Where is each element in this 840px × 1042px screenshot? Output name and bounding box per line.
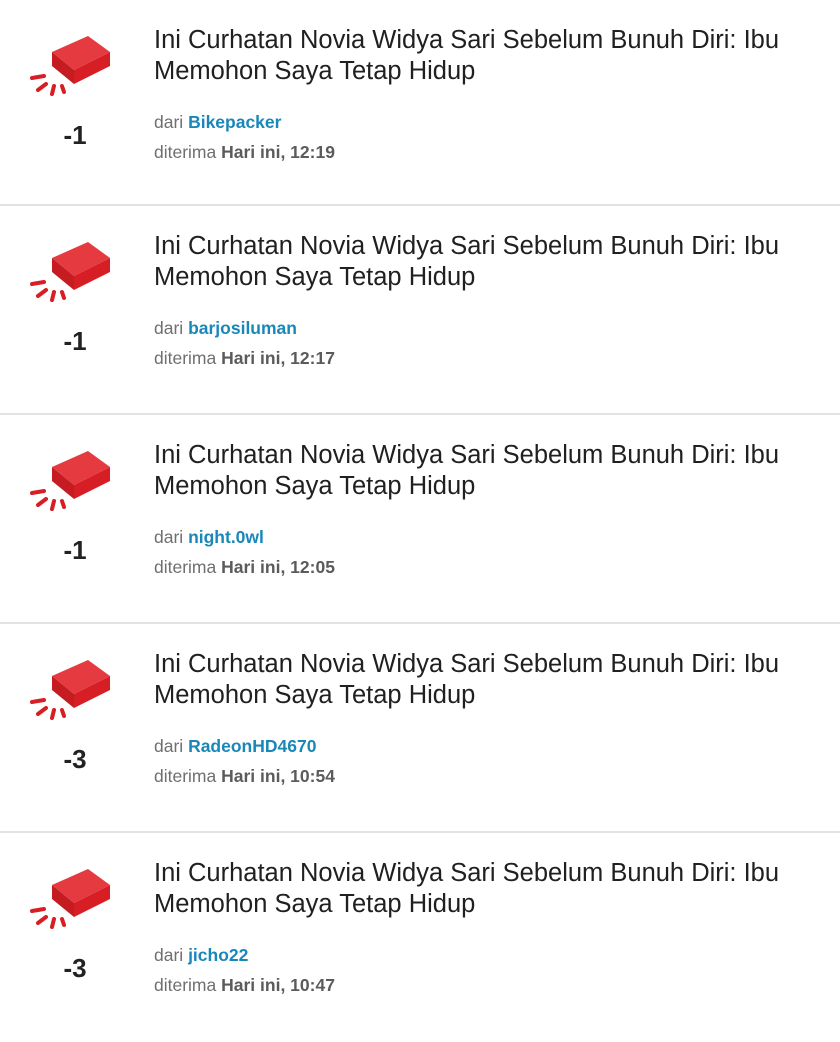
received-label: diterima [154,975,217,995]
item-icon-column: -1 [0,206,150,413]
received-line: diterima Hari ini, 12:17 [154,343,810,373]
username-link[interactable]: barjosiluman [188,318,297,338]
received-label: diterima [154,142,217,162]
item-content: Ini Curhatan Novia Widya Sari Sebelum Bu… [154,858,810,1000]
brick-icon [30,36,110,96]
received-line: diterima Hari ini, 12:19 [154,137,810,167]
reputation-score: -1 [63,120,87,150]
item-content: Ini Curhatan Novia Widya Sari Sebelum Bu… [154,231,810,373]
username-link[interactable]: Bikepacker [188,112,281,132]
from-line: dari jicho22 [154,940,810,970]
from-label: dari [154,318,184,338]
item-icon-column: -1 [0,0,150,204]
item-meta: dari night.0wl diterima Hari ini, 12:05 [154,522,810,582]
list-item[interactable]: -3 Ini Curhatan Novia Widya Sari Sebelum… [0,833,840,1042]
from-label: dari [154,112,184,132]
brick-icon [30,660,110,720]
item-icon-column: -3 [0,624,150,831]
received-label: diterima [154,766,217,786]
item-meta: dari Bikepacker diterima Hari ini, 12:19 [154,107,810,167]
from-line: dari night.0wl [154,522,810,552]
item-icon-column: -3 [0,833,150,1042]
reputation-score: -3 [63,953,87,983]
reputation-score: -1 [63,535,87,565]
received-label: diterima [154,348,217,368]
list-item[interactable]: -3 Ini Curhatan Novia Widya Sari Sebelum… [0,624,840,833]
brick-icon [30,242,110,302]
list-item[interactable]: -1 Ini Curhatan Novia Widya Sari Sebelum… [0,206,840,415]
brick-icon [30,869,110,929]
list-item[interactable]: -1 Ini Curhatan Novia Widya Sari Sebelum… [0,0,840,206]
from-label: dari [154,527,184,547]
thread-title-link[interactable]: Ini Curhatan Novia Widya Sari Sebelum Bu… [154,231,810,293]
item-content: Ini Curhatan Novia Widya Sari Sebelum Bu… [154,440,810,582]
timestamp: Hari ini, 10:47 [221,975,335,995]
reputation-score: -1 [63,326,87,356]
item-content: Ini Curhatan Novia Widya Sari Sebelum Bu… [154,25,810,167]
received-line: diterima Hari ini, 10:54 [154,761,810,791]
timestamp: Hari ini, 10:54 [221,766,335,786]
received-label: diterima [154,557,217,577]
reputation-score: -3 [63,744,87,774]
from-line: dari RadeonHD4670 [154,731,810,761]
item-icon-column: -1 [0,415,150,622]
username-link[interactable]: RadeonHD4670 [188,736,316,756]
username-link[interactable]: jicho22 [188,945,248,965]
thread-title-link[interactable]: Ini Curhatan Novia Widya Sari Sebelum Bu… [154,858,810,920]
thread-title-link[interactable]: Ini Curhatan Novia Widya Sari Sebelum Bu… [154,440,810,502]
thread-title-link[interactable]: Ini Curhatan Novia Widya Sari Sebelum Bu… [154,25,810,87]
item-content: Ini Curhatan Novia Widya Sari Sebelum Bu… [154,649,810,791]
received-line: diterima Hari ini, 12:05 [154,552,810,582]
username-link[interactable]: night.0wl [188,527,264,547]
from-line: dari barjosiluman [154,313,810,343]
from-label: dari [154,945,184,965]
timestamp: Hari ini, 12:17 [221,348,335,368]
item-meta: dari RadeonHD4670 diterima Hari ini, 10:… [154,731,810,791]
brick-icon [30,451,110,511]
thread-title-link[interactable]: Ini Curhatan Novia Widya Sari Sebelum Bu… [154,649,810,711]
timestamp: Hari ini, 12:19 [221,142,335,162]
timestamp: Hari ini, 12:05 [221,557,335,577]
reputation-feed: -1 Ini Curhatan Novia Widya Sari Sebelum… [0,0,840,1042]
list-item[interactable]: -1 Ini Curhatan Novia Widya Sari Sebelum… [0,415,840,624]
item-meta: dari jicho22 diterima Hari ini, 10:47 [154,940,810,1000]
from-line: dari Bikepacker [154,107,810,137]
item-meta: dari barjosiluman diterima Hari ini, 12:… [154,313,810,373]
received-line: diterima Hari ini, 10:47 [154,970,810,1000]
from-label: dari [154,736,184,756]
